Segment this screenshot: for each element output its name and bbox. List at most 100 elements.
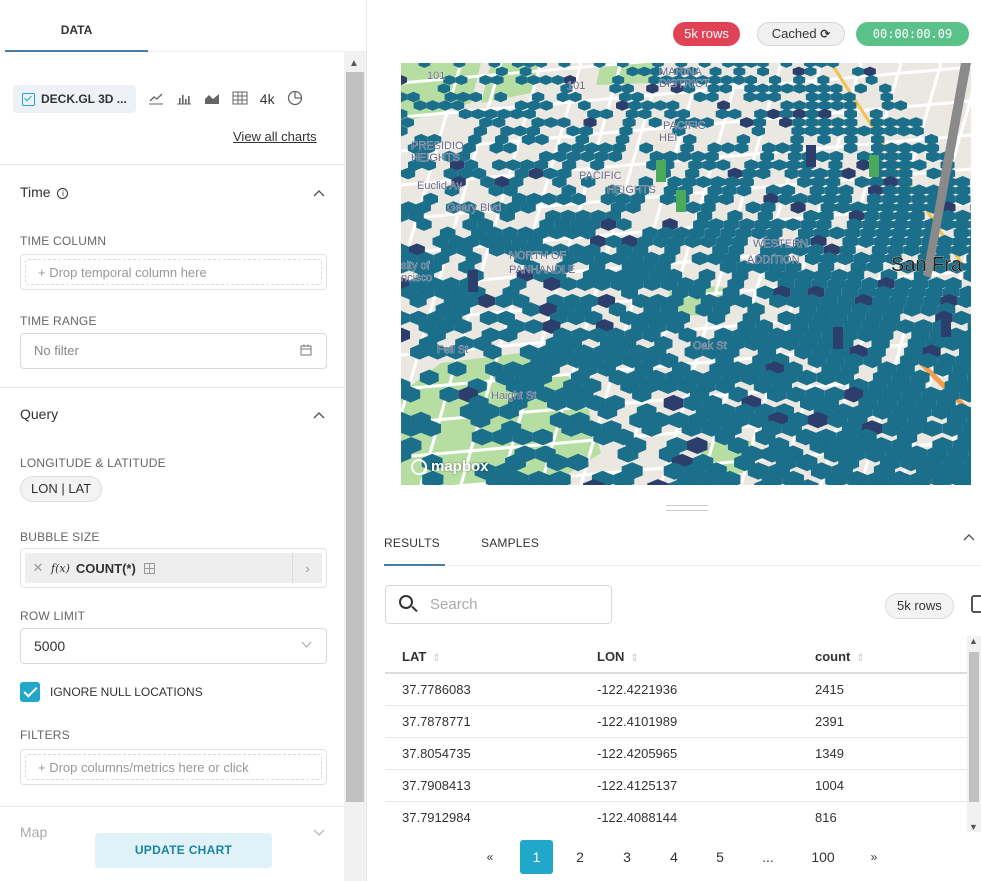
lonlat-pill[interactable]: LON | LAT — [20, 476, 103, 502]
search-placeholder: Search — [430, 596, 478, 613]
bar-chart-icon[interactable] — [176, 91, 192, 108]
table-row: 37.7908413 -122.4125137 1004 — [385, 770, 967, 802]
map-label: PACIFIC — [579, 170, 622, 182]
copy-icon[interactable] — [971, 595, 981, 613]
section-time-header[interactable]: Time i — [20, 184, 69, 200]
controls-scrollbar[interactable]: ▲ — [344, 52, 366, 881]
column-bar — [941, 315, 951, 337]
cached-label: Cached — [771, 26, 817, 41]
resize-handle[interactable] — [666, 505, 708, 511]
cached-badge[interactable]: Cached ⟳ — [757, 22, 845, 46]
map-label: Euclid Av — [417, 180, 463, 192]
table-cell: 37.8054735 — [402, 746, 471, 761]
page-next[interactable]: » — [862, 840, 886, 874]
fx-icon: f(x) — [51, 561, 70, 575]
table-cell: -122.4221936 — [597, 682, 678, 697]
map-canvas[interactable]: MARINADISTRICTPACIFICHEIPRESIDIOHEIGHTSP… — [401, 63, 971, 485]
time-column-label: TIME COLUMN — [20, 234, 107, 248]
tab-results[interactable]: RESULTS — [384, 526, 445, 566]
search-icon — [399, 595, 413, 609]
map-label: HEIGHTS — [607, 184, 656, 196]
time-range-label: TIME RANGE — [20, 314, 97, 328]
page-100[interactable]: 100 — [803, 840, 843, 874]
view-all-charts-link[interactable]: View all charts — [233, 129, 317, 144]
tab-samples[interactable]: SAMPLES — [481, 526, 539, 566]
divider — [0, 806, 344, 807]
scroll-up-icon[interactable]: ▲ — [349, 58, 359, 69]
lonlat-label: LONGITUDE & LATITUDE — [20, 456, 166, 470]
calendar-icon — [300, 334, 312, 368]
refresh-icon[interactable]: ⟳ — [820, 27, 830, 41]
sort-icon: ⇕ — [432, 653, 441, 664]
time-column-dropzone[interactable]: + Drop temporal column here — [20, 254, 327, 290]
column-header[interactable]: LON ⇕ — [597, 640, 639, 676]
area-chart-icon[interactable] — [204, 91, 220, 108]
scrollbar-thumb[interactable] — [969, 652, 979, 802]
row-limit-value: 5000 — [34, 638, 66, 654]
map-label: 101 — [427, 70, 445, 82]
time-column-placeholder: + Drop temporal column here — [25, 259, 322, 285]
remove-metric-icon[interactable]: ✕ — [25, 560, 51, 576]
column-bar — [656, 160, 666, 182]
info-icon: i — [57, 188, 69, 199]
page-2[interactable]: 2 — [568, 840, 592, 874]
table-icon[interactable] — [232, 91, 248, 108]
chevron-up-icon[interactable] — [313, 188, 325, 200]
table-cell: 37.7878771 — [402, 714, 471, 729]
map-visualization[interactable]: MARINA DISTRICT PACIFIC HEI PRESIDIO HEIGHTS P… — [401, 63, 971, 485]
viz-type-selected[interactable]: DECK.GL 3D ... — [13, 85, 136, 113]
scroll-down-icon[interactable]: ▼ — [969, 822, 978, 832]
table-cell: -122.4125137 — [597, 778, 678, 793]
chevron-down-icon[interactable] — [313, 828, 325, 840]
chart-area: 5k rows Cached ⟳ 00:00:00.09 MARINA DISTR… — [368, 0, 981, 881]
tab-data[interactable]: DATA — [5, 0, 148, 52]
ignore-null-checkbox[interactable] — [20, 682, 40, 702]
table-cell: 2391 — [815, 714, 844, 729]
section-query-title[interactable]: Query — [20, 406, 58, 422]
controls-scroll-area: DECK.GL 3D ... 4k View all charts Time i… — [0, 52, 344, 881]
column-header[interactable]: LAT ⇕ — [402, 640, 441, 676]
ignore-null-row[interactable]: IGNORE NULL LOCATIONS — [20, 682, 203, 702]
table-row: 37.7912984 -122.4088144 816 — [385, 802, 967, 832]
sort-icon: ⇕ — [630, 653, 639, 664]
big-number-chart-icon[interactable]: 4k — [260, 91, 275, 107]
column-bar — [833, 327, 843, 349]
line-chart-icon[interactable] — [148, 91, 164, 108]
filters-dropzone[interactable]: + Drop columns/metrics here or click — [20, 749, 327, 785]
map-label: MARINA — [659, 66, 702, 78]
mapbox-attribution[interactable]: mapbox — [411, 458, 489, 475]
results-tabs: RESULTS SAMPLES — [384, 526, 981, 566]
table-cell: -122.4101989 — [597, 714, 678, 729]
table-cell: 37.7908413 — [402, 778, 471, 793]
table-scrollbar[interactable]: ▲ ▼ — [967, 636, 981, 832]
pie-chart-icon[interactable] — [287, 90, 303, 109]
page-3[interactable]: 3 — [615, 840, 639, 874]
column-header[interactable]: count ⇕ — [815, 640, 865, 676]
update-chart-button[interactable]: UPDATE CHART — [95, 833, 272, 868]
bubble-size-metric[interactable]: ✕ f(x) COUNT(*) › — [20, 548, 327, 588]
bubble-size-label: BUBBLE SIZE — [20, 530, 100, 544]
time-range-input[interactable]: No filter — [20, 333, 327, 369]
map-label: PANHANDLE — [509, 264, 575, 276]
map-label: 101 — [567, 80, 585, 92]
map-label: HEIGHTS — [411, 152, 460, 164]
table-row: 37.7878771 -122.4101989 2391 — [385, 706, 967, 738]
section-map-title[interactable]: Map — [20, 824, 47, 840]
chevron-up-icon[interactable] — [313, 410, 325, 422]
page-4[interactable]: 4 — [662, 840, 686, 874]
table-cell: 1349 — [815, 746, 844, 761]
page-prev[interactable]: « — [478, 840, 502, 874]
row-limit-label: ROW LIMIT — [20, 609, 86, 623]
page-1[interactable]: 1 — [520, 840, 553, 874]
mapbox-label: mapbox — [431, 458, 489, 475]
page-5[interactable]: 5 — [708, 840, 732, 874]
search-input[interactable]: Search — [385, 585, 612, 624]
scrollbar-thumb[interactable] — [346, 72, 364, 802]
chevron-right-icon[interactable]: › — [292, 553, 322, 583]
table-cell: 2415 — [815, 682, 844, 697]
results-table: LAT ⇕ LON ⇕ count ⇕ 37.7786083 -122.4221936… — [385, 640, 967, 832]
scroll-up-icon[interactable]: ▲ — [969, 636, 978, 646]
table-row: 37.7786083 -122.4221936 2415 — [385, 674, 967, 706]
chevron-up-icon[interactable] — [963, 532, 975, 544]
row-limit-select[interactable]: 5000 — [20, 628, 327, 664]
